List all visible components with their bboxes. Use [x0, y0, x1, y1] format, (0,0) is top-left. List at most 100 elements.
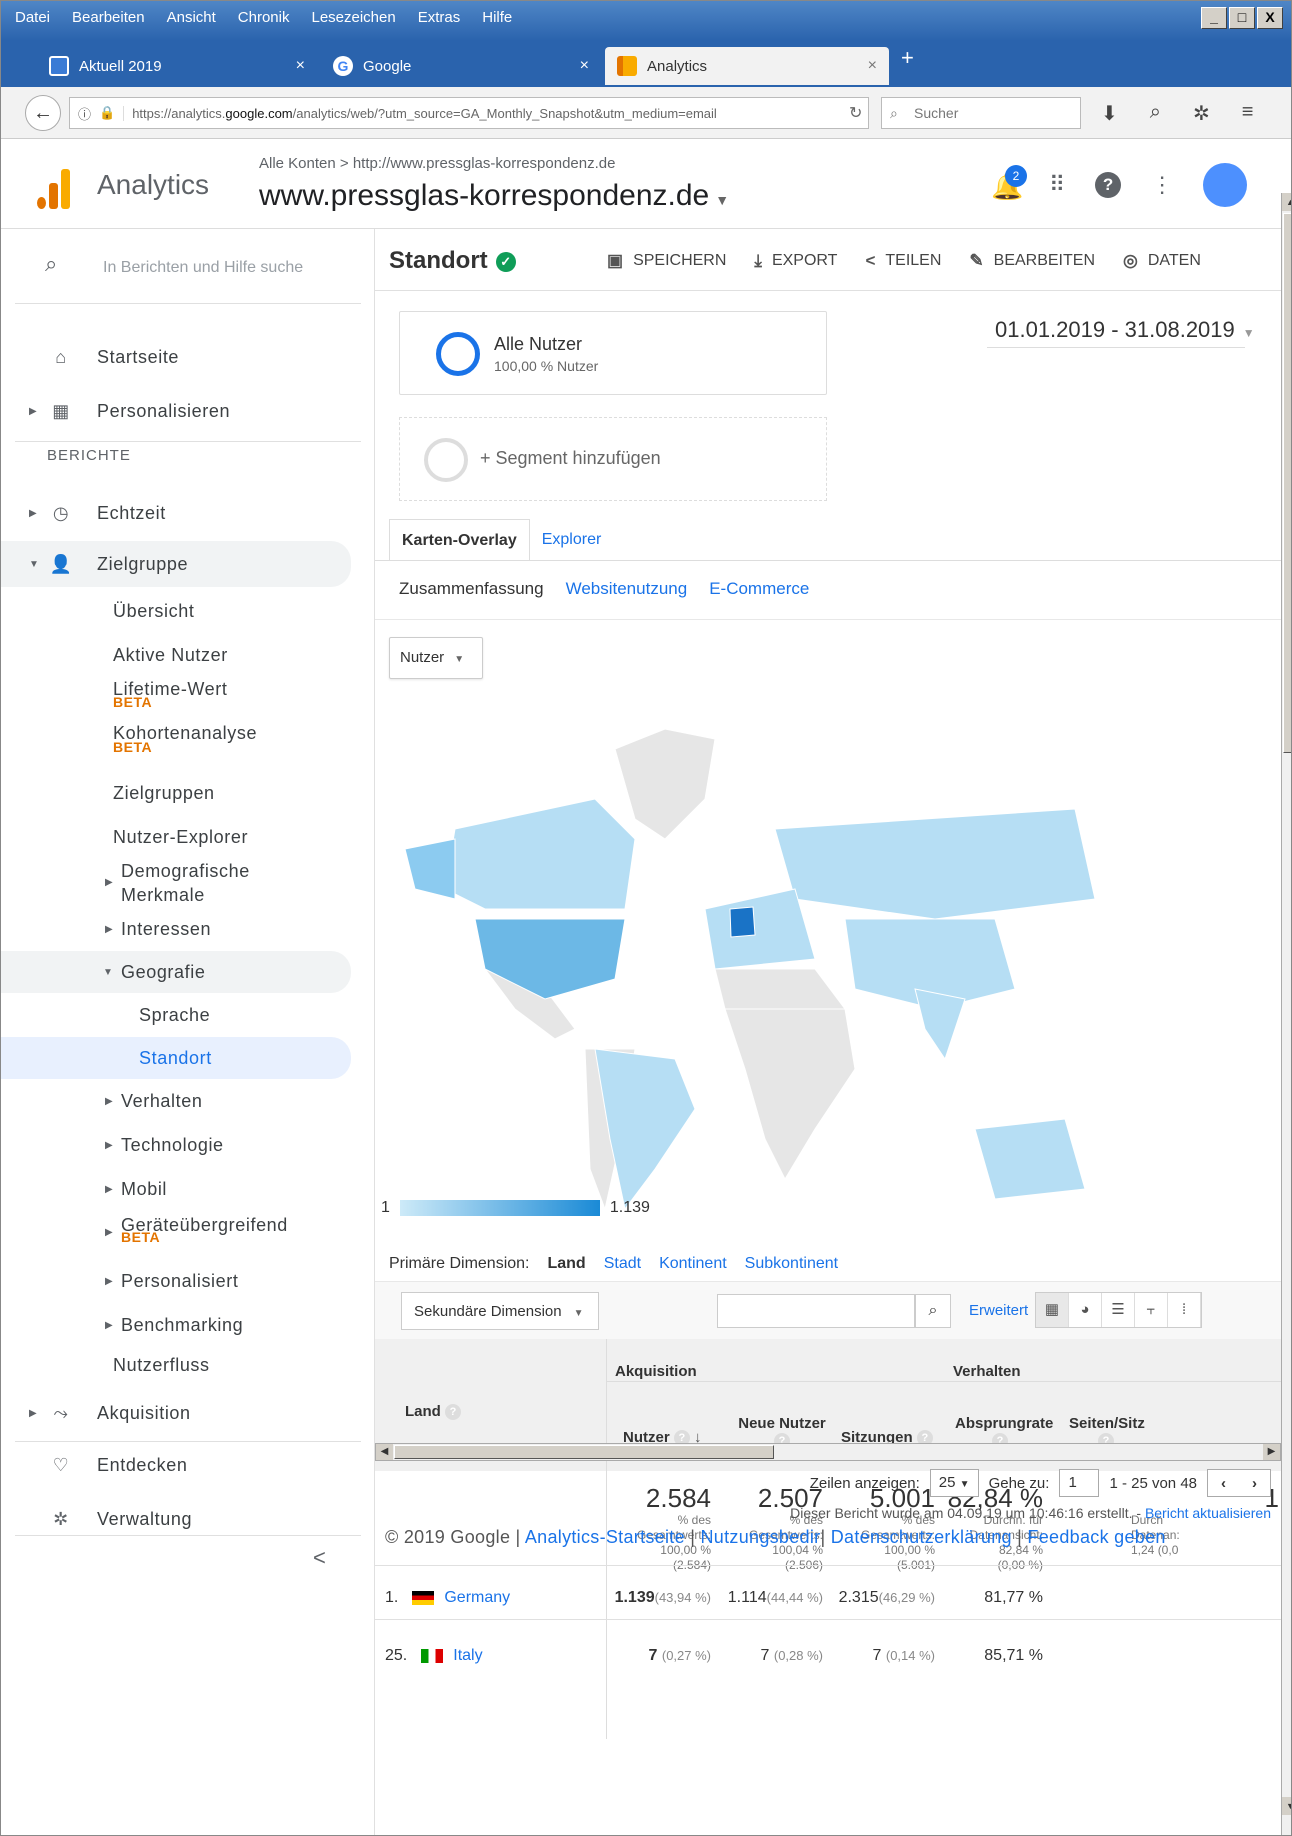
collapse-sidebar-button[interactable]: <	[313, 1545, 326, 1571]
tab-explorer[interactable]: Explorer	[530, 519, 614, 561]
horizontal-scrollbar[interactable]: ◀ ▶	[375, 1443, 1281, 1461]
refresh-report-link[interactable]: Bericht aktualisieren	[1145, 1505, 1271, 1521]
sidebar-item-admin[interactable]: ✲ Verwaltung	[1, 1499, 351, 1539]
sidebar-item-customize[interactable]: ▶ ▦ Personalisieren	[1, 391, 351, 431]
subtab-summary[interactable]: Zusammenfassung	[399, 579, 544, 599]
rows-select[interactable]: 25 ▼	[929, 1469, 979, 1497]
scroll-right-icon[interactable]: ▶	[1263, 1444, 1280, 1460]
footer-link-privacy[interactable]: Datenschutzerklärung	[831, 1527, 1012, 1547]
new-tab-button[interactable]: +	[901, 45, 914, 71]
sidebar-item-acquisition[interactable]: ▶ ⤳ Akquisition	[1, 1393, 351, 1433]
advanced-filter-link[interactable]: Erweitert	[969, 1302, 1028, 1319]
property-selector[interactable]: www.pressglas-korrespondenz.de ▼	[259, 179, 729, 213]
subtab-ecommerce[interactable]: E-Commerce	[709, 579, 809, 599]
table-view-icon[interactable]: ▦	[1036, 1293, 1069, 1327]
close-window-button[interactable]: X	[1257, 7, 1283, 29]
sidebar-item-language[interactable]: Sprache	[1, 995, 351, 1035]
col-new-users[interactable]: Neue Nutzer?	[727, 1401, 837, 1450]
export-button[interactable]: ⤓ EXPORT	[754, 251, 837, 271]
scroll-left-icon[interactable]: ◀	[376, 1444, 393, 1460]
data-button[interactable]: ◎ DATEN	[1123, 251, 1201, 271]
tab-close-icon[interactable]: ×	[296, 57, 305, 75]
dim-city[interactable]: Stadt	[604, 1255, 641, 1273]
sidebar-item-discover[interactable]: ♡ Entdecken	[1, 1445, 351, 1485]
avatar[interactable]	[1203, 163, 1248, 207]
scroll-thumb[interactable]	[1283, 213, 1291, 753]
notifications-button[interactable]: 🔔 2	[991, 165, 1027, 201]
scroll-up-icon[interactable]: ▲	[1282, 193, 1291, 211]
footer-link-terms[interactable]: Nutzungsbedir	[700, 1527, 820, 1547]
search-input[interactable]: ⌕ Sucher	[881, 97, 1081, 129]
footer-link-home[interactable]: Analytics-Startseite	[525, 1527, 685, 1547]
apps-icon[interactable]: ⠿	[1049, 172, 1065, 198]
sidebar-item-audiences[interactable]: Zielgruppen	[1, 773, 351, 813]
country-link-italy[interactable]: Italy	[453, 1647, 482, 1664]
back-icon[interactable]: ←	[25, 95, 61, 131]
save-button[interactable]: ▣ SPEICHERN	[607, 251, 726, 271]
vertical-scrollbar[interactable]: ▲ ▼	[1281, 193, 1291, 1835]
scroll-down-icon[interactable]: ▼	[1282, 1797, 1291, 1815]
col-bounce[interactable]: Absprungrate?	[947, 1401, 1053, 1450]
reload-icon[interactable]: ↻	[849, 103, 862, 123]
sidebar-item-mobile[interactable]: ▶ Mobil	[1, 1169, 351, 1209]
pivot-view-icon[interactable]: ⦙	[1168, 1293, 1201, 1327]
account-breadcrumb[interactable]: Alle Konten > http://www.pressglas-korre…	[259, 155, 615, 172]
edit-button[interactable]: ✎ BEARBEITEN	[969, 251, 1095, 271]
sidebar-item-geo[interactable]: ▼ Geografie	[1, 951, 351, 993]
prev-page-icon[interactable]: ‹	[1221, 1475, 1226, 1492]
minimize-button[interactable]: _	[1201, 7, 1227, 29]
footer-link-feedback[interactable]: Feedback geben	[1027, 1527, 1165, 1547]
sidebar-item-overview[interactable]: Übersicht	[1, 591, 351, 631]
sidebar-item-technology[interactable]: ▶ Technologie	[1, 1125, 351, 1165]
find-icon[interactable]: ⌕	[1150, 101, 1161, 126]
sidebar-item-home[interactable]: ⌂ Startseite	[1, 337, 351, 377]
tab-close-icon[interactable]: ×	[868, 57, 877, 75]
sidebar-search-input[interactable]: In Berichten und Hilfe suche	[103, 259, 303, 277]
pie-view-icon[interactable]: ◕	[1069, 1293, 1102, 1327]
search-icon[interactable]: ⌕	[915, 1294, 951, 1328]
sidebar-item-behavior[interactable]: ▶ Verhalten	[1, 1081, 351, 1121]
share-button[interactable]: < TEILEN	[865, 251, 941, 271]
secondary-dimension-select[interactable]: Sekundäre Dimension ▼	[401, 1292, 599, 1330]
menu-icon[interactable]: ≡	[1242, 101, 1254, 126]
dim-country[interactable]: Land	[547, 1255, 585, 1273]
maximize-button[interactable]: □	[1229, 7, 1255, 29]
world-map[interactable]	[375, 669, 1281, 1209]
table-filter-input[interactable]	[717, 1294, 915, 1328]
menu-lesezeichen[interactable]: Lesezeichen	[311, 9, 395, 26]
sidebar-item-lifetime[interactable]: Lifetime-Wert	[1, 669, 351, 709]
bar-view-icon[interactable]: ☰	[1102, 1293, 1135, 1327]
tab-aktuell[interactable]: Aktuell 2019 ×	[37, 47, 317, 85]
sidebar-item-realtime[interactable]: ▶ ◷ Echtzeit	[1, 493, 351, 533]
more-vert-icon[interactable]: ⋮	[1151, 172, 1173, 198]
col-country[interactable]: Land ?	[397, 1389, 469, 1431]
goto-input[interactable]: 1	[1059, 1469, 1100, 1497]
comparison-view-icon[interactable]: ⫟	[1135, 1293, 1168, 1327]
add-segment-button[interactable]: + Segment hinzufügen	[399, 417, 827, 501]
download-icon[interactable]: ⬇	[1101, 101, 1118, 126]
menu-datei[interactable]: Datei	[15, 9, 50, 26]
sidebar-item-interests[interactable]: ▶ Interessen	[1, 909, 351, 949]
help-icon[interactable]: ?	[1095, 172, 1122, 198]
tab-close-icon[interactable]: ×	[580, 57, 589, 75]
country-link-germany[interactable]: Germany	[444, 1589, 510, 1606]
date-range-picker[interactable]: 01.01.2019 - 31.08.2019 ▼	[995, 317, 1255, 343]
dim-subcontinent[interactable]: Subkontinent	[745, 1255, 838, 1273]
col-pages-session[interactable]: Seiten/Sitz?	[1061, 1401, 1151, 1450]
scroll-thumb[interactable]	[394, 1445, 774, 1459]
tab-analytics[interactable]: Analytics ×	[605, 47, 889, 85]
menu-ansicht[interactable]: Ansicht	[167, 9, 216, 26]
next-page-icon[interactable]: ›	[1252, 1475, 1257, 1492]
segment-card[interactable]: Alle Nutzer 100,00 % Nutzer	[399, 311, 827, 395]
sidebar-item-benchmarking[interactable]: ▶ Benchmarking	[1, 1305, 351, 1345]
menu-chronik[interactable]: Chronik	[238, 9, 290, 26]
menu-hilfe[interactable]: Hilfe	[482, 9, 512, 26]
sidebar-item-flow[interactable]: Nutzerfluss	[1, 1345, 351, 1385]
tab-google[interactable]: G Google ×	[321, 47, 601, 85]
sidebar-item-audience[interactable]: ▼ 👤 Zielgruppe	[1, 541, 351, 587]
gear-icon[interactable]: ✲	[1193, 101, 1210, 126]
tab-map-overlay[interactable]: Karten-Overlay	[389, 519, 530, 561]
sidebar-item-crossdevice[interactable]: ▶ Geräteübergreifend	[1, 1205, 351, 1245]
sidebar-item-custom[interactable]: ▶ Personalisiert	[1, 1261, 351, 1301]
sidebar-item-cohort[interactable]: Kohortenanalyse	[1, 713, 351, 753]
